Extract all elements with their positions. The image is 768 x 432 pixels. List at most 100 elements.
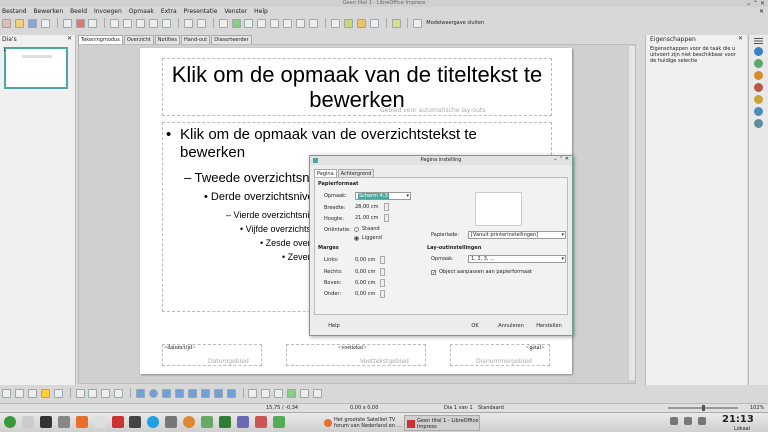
network-tray-icon[interactable]	[697, 417, 706, 425]
block-arrows-icon[interactable]	[187, 388, 197, 398]
skype-icon[interactable]	[147, 416, 160, 428]
transfer-icon[interactable]	[272, 416, 285, 428]
redo-icon[interactable]	[196, 18, 206, 28]
height-field[interactable]: 21,00 cm	[355, 215, 379, 221]
menu-icon[interactable]	[754, 38, 763, 44]
undo-icon[interactable]	[183, 18, 193, 28]
volume-icon[interactable]	[670, 417, 678, 425]
audio-icon[interactable]	[254, 416, 267, 428]
slide-title[interactable]: Klik om de opmaak van de titeltekst te b…	[162, 62, 552, 112]
menu-bewerken[interactable]: Bewerken	[34, 8, 64, 15]
battery-icon[interactable]	[683, 417, 692, 425]
cut-icon[interactable]	[123, 18, 133, 28]
fit-checkbox[interactable]: ✓	[431, 270, 436, 276]
task-browser[interactable]: Het grootste Satelliet TV forum van Nede…	[322, 415, 402, 431]
menu-bestand[interactable]: Bestand	[2, 8, 27, 15]
files-icon[interactable]	[21, 416, 34, 428]
layout-icon[interactable]	[369, 18, 379, 28]
pdf-icon[interactable]	[75, 18, 85, 28]
styles-icon[interactable]	[754, 95, 763, 104]
format-select[interactable]: Scherm 4:3 ▾	[355, 192, 411, 200]
from-file-icon[interactable]	[287, 388, 297, 398]
menu-venster[interactable]: Venster	[224, 8, 247, 15]
fill-color-icon[interactable]	[40, 388, 50, 398]
slideshow-icon[interactable]	[343, 18, 353, 28]
rectangle-icon[interactable]	[136, 388, 146, 398]
width-field[interactable]: 28,00 cm	[355, 204, 379, 210]
close-document-icon[interactable]: ✕	[759, 8, 764, 15]
camera-icon[interactable]	[129, 416, 142, 428]
custom-animation-icon[interactable]	[754, 71, 763, 80]
slide-thumbnail[interactable]: 1	[3, 47, 68, 89]
text-icon[interactable]	[270, 18, 280, 28]
tray-select[interactable]: [Vanuit printerinstellingen] ▾	[468, 231, 566, 239]
zoom-icon[interactable]	[14, 388, 24, 398]
master-slides-icon[interactable]	[754, 59, 763, 68]
bottom-margin-stepper[interactable]	[380, 290, 385, 298]
extrusion-icon[interactable]	[300, 388, 310, 398]
table-icon[interactable]	[218, 18, 228, 28]
image-icon[interactable]	[231, 18, 241, 28]
mail-icon[interactable]	[93, 416, 106, 428]
ok-button[interactable]: OK	[466, 321, 484, 331]
points-icon[interactable]	[248, 388, 258, 398]
slide-transition-icon[interactable]	[754, 83, 763, 92]
close-master-button[interactable]: Modelweergave sluiten	[426, 20, 484, 26]
fontwork-gallery-icon[interactable]	[274, 388, 284, 398]
save-icon[interactable]	[27, 18, 37, 28]
width-stepper[interactable]	[384, 203, 389, 211]
clock-time[interactable]: 21:13	[722, 414, 754, 425]
layout-format-select[interactable]: 1, 2, 3, ... ▾	[468, 255, 566, 263]
open-icon[interactable]	[14, 18, 24, 28]
clone-icon[interactable]	[161, 18, 171, 28]
stars-icon[interactable]	[226, 388, 236, 398]
editor-icon[interactable]	[236, 416, 249, 428]
top-margin-field[interactable]: 0,00 cm	[355, 280, 375, 286]
tab-tekeningmodus[interactable]: Tekeningmodus	[78, 35, 123, 44]
top-margin-stepper[interactable]	[380, 279, 385, 287]
status-zoom[interactable]: 102%	[750, 405, 764, 411]
paste-icon[interactable]	[149, 18, 159, 28]
store-icon[interactable]	[111, 416, 124, 428]
toggle-3d-icon[interactable]	[313, 388, 323, 398]
new-master-icon[interactable]	[391, 18, 401, 28]
menu-help[interactable]: Help	[254, 8, 268, 15]
navigator-icon[interactable]	[754, 119, 763, 128]
menu-invoegen[interactable]: Invoegen	[94, 8, 122, 15]
help-button[interactable]: Help	[324, 321, 344, 331]
right-margin-field[interactable]: 0,00 cm	[355, 269, 375, 275]
cancel-button[interactable]: Annuleren	[495, 321, 527, 331]
line-icon[interactable]	[75, 388, 85, 398]
slides-pane-close-icon[interactable]: ✕	[67, 35, 72, 42]
network-icon[interactable]	[201, 416, 214, 428]
settings-icon[interactable]	[57, 416, 70, 428]
fontwork-icon[interactable]	[283, 18, 293, 28]
chat-icon[interactable]	[165, 416, 178, 428]
kde-menu-icon[interactable]	[4, 416, 16, 428]
properties-icon[interactable]	[754, 47, 763, 56]
tree-icon[interactable]	[219, 416, 232, 428]
firefox-icon[interactable]	[75, 416, 88, 428]
edit-icon[interactable]	[62, 18, 72, 28]
window-controls[interactable]: ⌄ ⌃ ✕	[746, 0, 765, 7]
terminal-icon[interactable]	[39, 416, 52, 428]
dialog-window-controls[interactable]: ⌄ ⌃ ✕	[553, 156, 569, 162]
curve-icon[interactable]	[101, 388, 111, 398]
text-tool-icon[interactable]	[27, 388, 37, 398]
reset-button[interactable]: Herstellen	[532, 321, 566, 331]
tab-diasorteerder[interactable]: Diasorteerder	[211, 35, 252, 44]
left-margin-field[interactable]: 0,00 cm	[355, 257, 375, 263]
line-color-icon[interactable]	[53, 388, 63, 398]
landscape-radio[interactable]	[354, 236, 359, 241]
portrait-radio[interactable]	[354, 227, 359, 232]
height-stepper[interactable]	[384, 214, 389, 222]
left-margin-stepper[interactable]	[380, 256, 385, 264]
menu-opmaak[interactable]: Opmaak	[129, 8, 154, 15]
ellipse-icon[interactable]	[149, 388, 159, 398]
connector-icon[interactable]	[114, 388, 124, 398]
fields-icon[interactable]	[296, 18, 306, 28]
close-master-icon[interactable]	[413, 18, 423, 28]
spellcheck-icon[interactable]	[110, 18, 120, 28]
bottom-margin-field[interactable]: 0,00 cm	[355, 291, 375, 297]
tab-notities[interactable]: Notities	[154, 35, 180, 44]
